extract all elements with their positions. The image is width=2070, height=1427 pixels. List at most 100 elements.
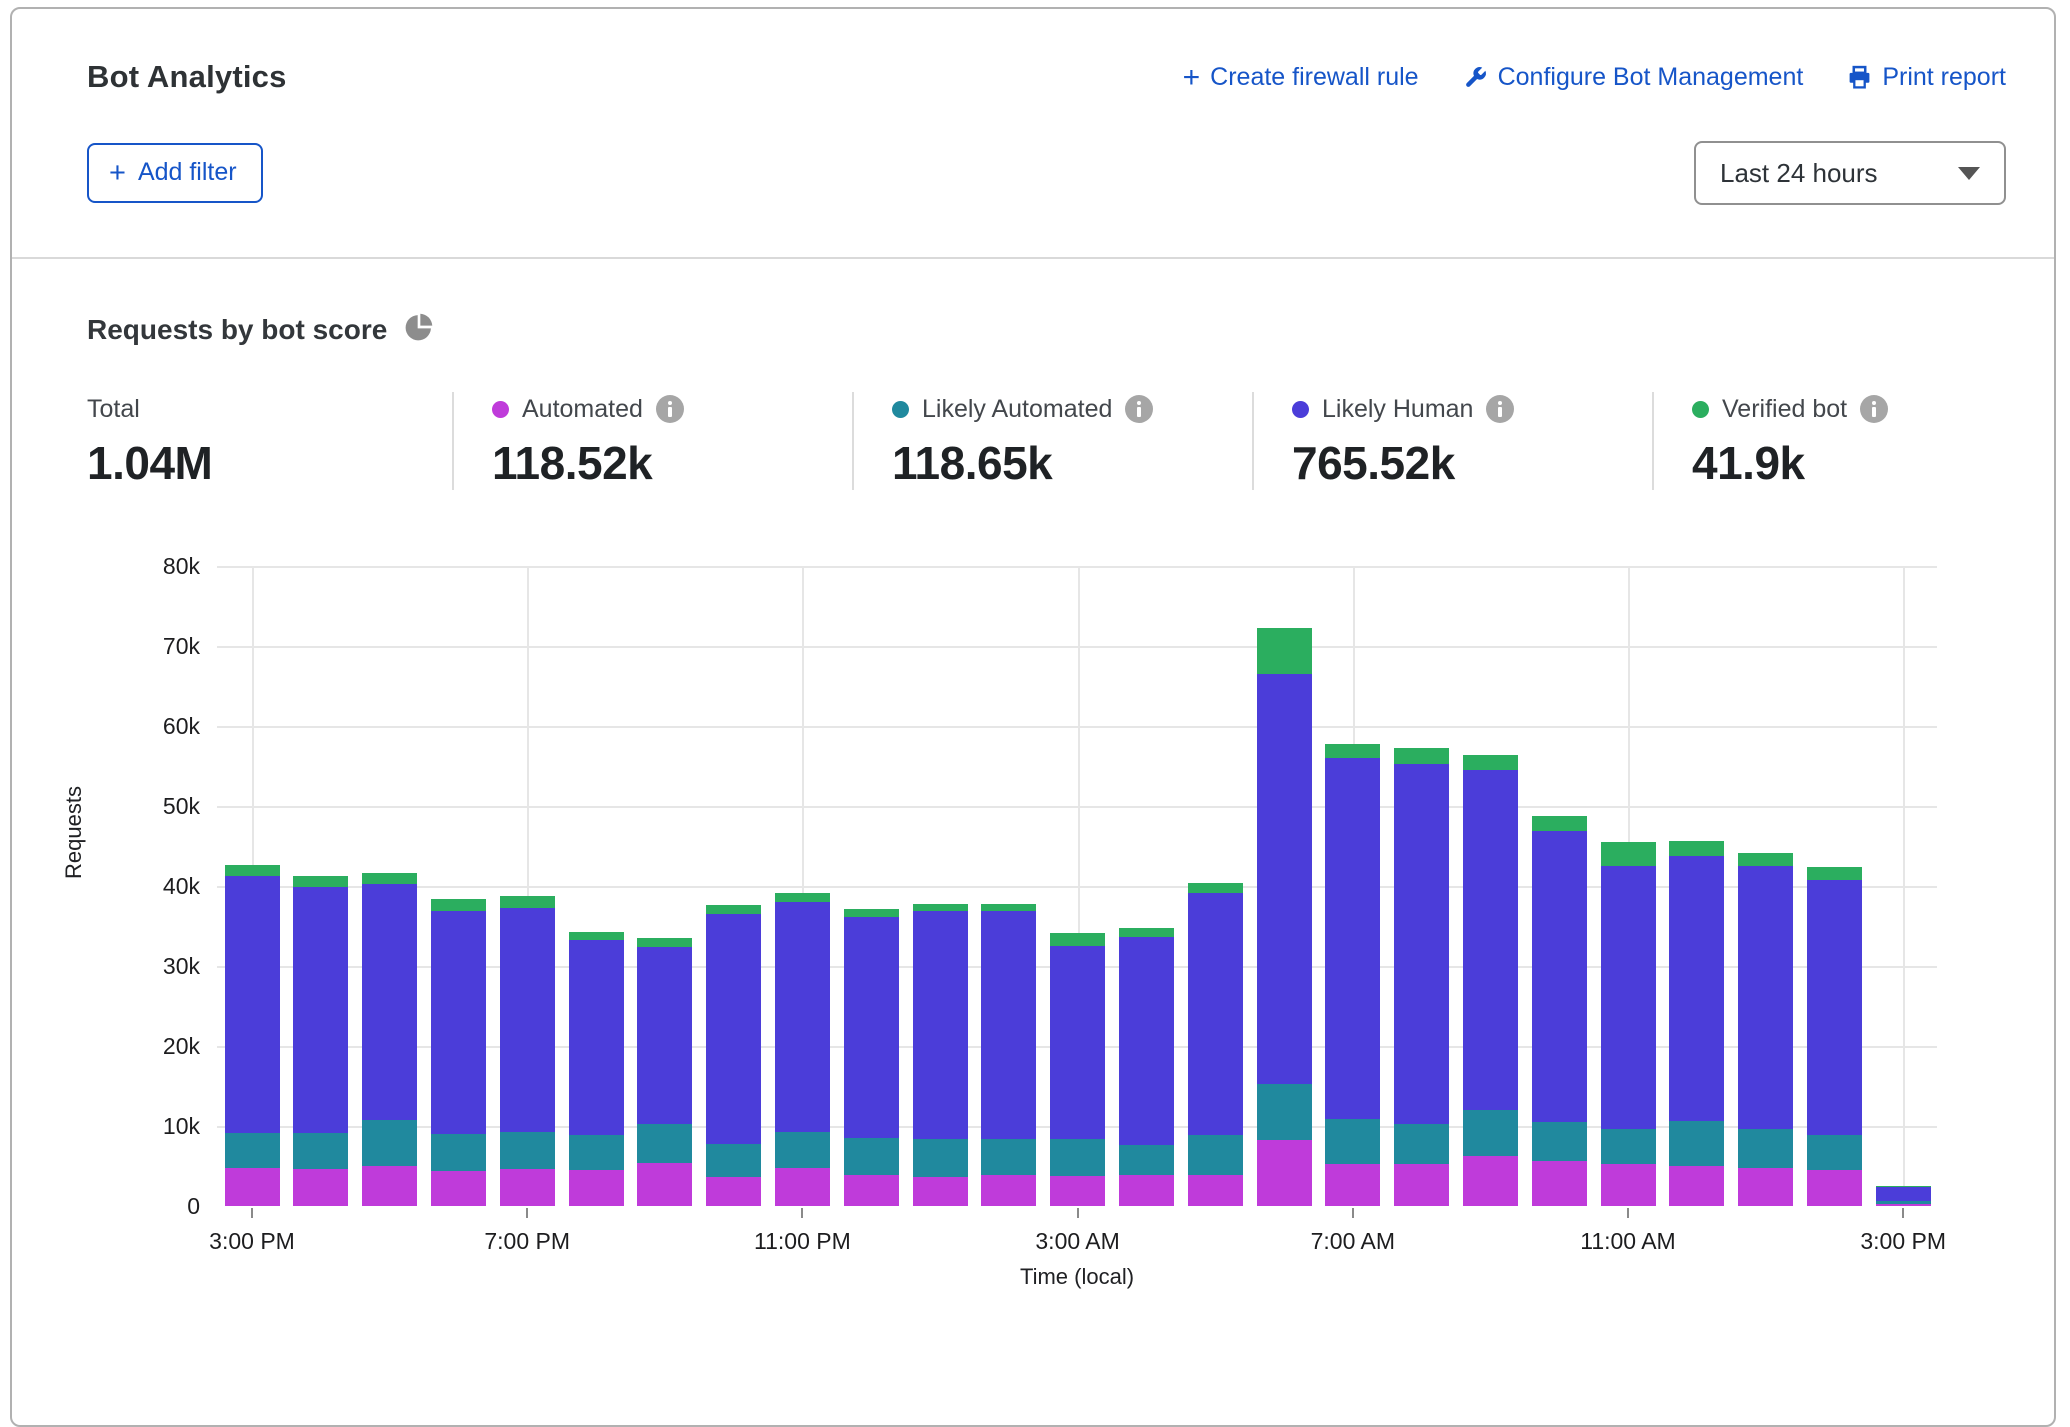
bar-segment-likely-human[interactable]: [1669, 856, 1724, 1121]
bar-segment-automated[interactable]: [844, 1175, 899, 1206]
bar-segment-likely-automated[interactable]: [1601, 1129, 1656, 1163]
bar-segment-verified-bot[interactable]: [1669, 841, 1724, 856]
time-range-dropdown[interactable]: Last 24 hours: [1694, 141, 2006, 205]
info-icon[interactable]: [1486, 395, 1514, 423]
bar-segment-likely-automated[interactable]: [1050, 1139, 1105, 1176]
bar-segment-verified-bot[interactable]: [913, 904, 968, 911]
bar-segment-likely-human[interactable]: [1738, 866, 1793, 1129]
bar-segment-likely-human[interactable]: [637, 947, 692, 1124]
bar-segment-automated[interactable]: [637, 1163, 692, 1206]
bar-segment-likely-automated[interactable]: [706, 1144, 761, 1177]
bar-segment-automated[interactable]: [706, 1177, 761, 1206]
bar-segment-verified-bot[interactable]: [1601, 842, 1656, 866]
bar-segment-likely-human[interactable]: [1257, 674, 1312, 1084]
bar-segment-likely-automated[interactable]: [431, 1134, 486, 1171]
bar-segment-likely-human[interactable]: [913, 911, 968, 1139]
bar-segment-likely-human[interactable]: [706, 914, 761, 1144]
bar-segment-likely-automated[interactable]: [1188, 1135, 1243, 1175]
bar-segment-likely-automated[interactable]: [1532, 1122, 1587, 1161]
bar-segment-likely-human[interactable]: [569, 940, 624, 1134]
bar-segment-likely-human[interactable]: [775, 902, 830, 1132]
bar-segment-automated[interactable]: [1050, 1176, 1105, 1206]
print-report-link[interactable]: Print report: [1847, 63, 2006, 92]
bar-segment-automated[interactable]: [1325, 1164, 1380, 1206]
bar-segment-likely-human[interactable]: [225, 876, 280, 1133]
bar-segment-verified-bot[interactable]: [1050, 933, 1105, 946]
bar-segment-verified-bot[interactable]: [1807, 867, 1862, 881]
bar-segment-verified-bot[interactable]: [1325, 744, 1380, 758]
bar-segment-likely-automated[interactable]: [1876, 1201, 1931, 1203]
info-icon[interactable]: [1860, 395, 1888, 423]
bar-segment-verified-bot[interactable]: [1532, 816, 1587, 831]
bar-segment-likely-automated[interactable]: [637, 1124, 692, 1163]
bar-segment-automated[interactable]: [1257, 1140, 1312, 1206]
add-filter-button[interactable]: + Add filter: [87, 143, 263, 203]
bar-segment-verified-bot[interactable]: [362, 873, 417, 884]
bar-segment-likely-human[interactable]: [981, 911, 1036, 1139]
bar-segment-likely-human[interactable]: [293, 887, 348, 1133]
bar-segment-automated[interactable]: [362, 1166, 417, 1206]
bar-segment-verified-bot[interactable]: [1876, 1186, 1931, 1187]
bar-segment-likely-automated[interactable]: [293, 1133, 348, 1169]
bar-segment-automated[interactable]: [1188, 1175, 1243, 1206]
bar-segment-likely-automated[interactable]: [500, 1132, 555, 1169]
bar-segment-automated[interactable]: [1738, 1168, 1793, 1206]
bar-segment-automated[interactable]: [293, 1169, 348, 1206]
bar-segment-verified-bot[interactable]: [431, 899, 486, 911]
bar-segment-verified-bot[interactable]: [1257, 628, 1312, 674]
bar-segment-verified-bot[interactable]: [775, 893, 830, 902]
bar-segment-verified-bot[interactable]: [637, 938, 692, 947]
bar-segment-likely-automated[interactable]: [913, 1139, 968, 1177]
create-firewall-rule-link[interactable]: + Create firewall rule: [1183, 63, 1419, 92]
bar-segment-verified-bot[interactable]: [1463, 755, 1518, 770]
bar-segment-automated[interactable]: [431, 1171, 486, 1206]
bar-segment-likely-automated[interactable]: [225, 1133, 280, 1168]
bar-segment-automated[interactable]: [775, 1168, 830, 1206]
bar-segment-likely-automated[interactable]: [1738, 1129, 1793, 1167]
bar-segment-verified-bot[interactable]: [1119, 928, 1174, 938]
bar-segment-likely-human[interactable]: [1601, 866, 1656, 1129]
bar-segment-likely-automated[interactable]: [1325, 1119, 1380, 1164]
bar-segment-automated[interactable]: [1807, 1170, 1862, 1206]
bar-segment-verified-bot[interactable]: [569, 932, 624, 941]
bar-segment-likely-automated[interactable]: [1463, 1110, 1518, 1156]
bar-segment-verified-bot[interactable]: [1394, 748, 1449, 765]
bar-segment-likely-human[interactable]: [431, 911, 486, 1134]
bar-segment-automated[interactable]: [500, 1169, 555, 1206]
bar-segment-verified-bot[interactable]: [706, 905, 761, 914]
bar-segment-verified-bot[interactable]: [225, 865, 280, 876]
bar-segment-automated[interactable]: [981, 1175, 1036, 1206]
bar-segment-likely-human[interactable]: [1119, 937, 1174, 1145]
bar-segment-automated[interactable]: [1876, 1204, 1931, 1206]
bar-segment-verified-bot[interactable]: [1188, 883, 1243, 893]
bar-segment-likely-human[interactable]: [362, 884, 417, 1119]
bar-segment-likely-human[interactable]: [1188, 893, 1243, 1135]
bar-segment-likely-automated[interactable]: [1669, 1121, 1724, 1166]
bar-segment-verified-bot[interactable]: [844, 909, 899, 917]
bar-segment-likely-human[interactable]: [1050, 946, 1105, 1139]
bar-segment-automated[interactable]: [569, 1170, 624, 1206]
bar-segment-verified-bot[interactable]: [1738, 853, 1793, 866]
bar-segment-likely-automated[interactable]: [1119, 1145, 1174, 1175]
bar-segment-likely-automated[interactable]: [981, 1139, 1036, 1175]
bar-segment-likely-automated[interactable]: [1394, 1124, 1449, 1165]
bar-segment-verified-bot[interactable]: [293, 876, 348, 886]
info-icon[interactable]: [656, 395, 684, 423]
bar-segment-likely-human[interactable]: [1463, 770, 1518, 1110]
bar-segment-likely-human[interactable]: [844, 917, 899, 1138]
bar-segment-likely-human[interactable]: [500, 908, 555, 1133]
bar-segment-automated[interactable]: [1463, 1156, 1518, 1206]
bar-segment-likely-automated[interactable]: [1257, 1084, 1312, 1140]
bar-segment-likely-human[interactable]: [1325, 758, 1380, 1119]
bar-segment-likely-automated[interactable]: [844, 1138, 899, 1175]
bar-segment-likely-automated[interactable]: [362, 1120, 417, 1166]
bar-segment-automated[interactable]: [1669, 1166, 1724, 1206]
bar-segment-likely-human[interactable]: [1394, 764, 1449, 1123]
bar-segment-likely-automated[interactable]: [1807, 1135, 1862, 1170]
configure-bot-management-link[interactable]: Configure Bot Management: [1463, 63, 1804, 92]
bar-segment-verified-bot[interactable]: [981, 904, 1036, 911]
bar-segment-automated[interactable]: [913, 1177, 968, 1206]
bar-segment-likely-human[interactable]: [1807, 880, 1862, 1134]
info-icon[interactable]: [1125, 395, 1153, 423]
bar-segment-likely-automated[interactable]: [569, 1135, 624, 1170]
